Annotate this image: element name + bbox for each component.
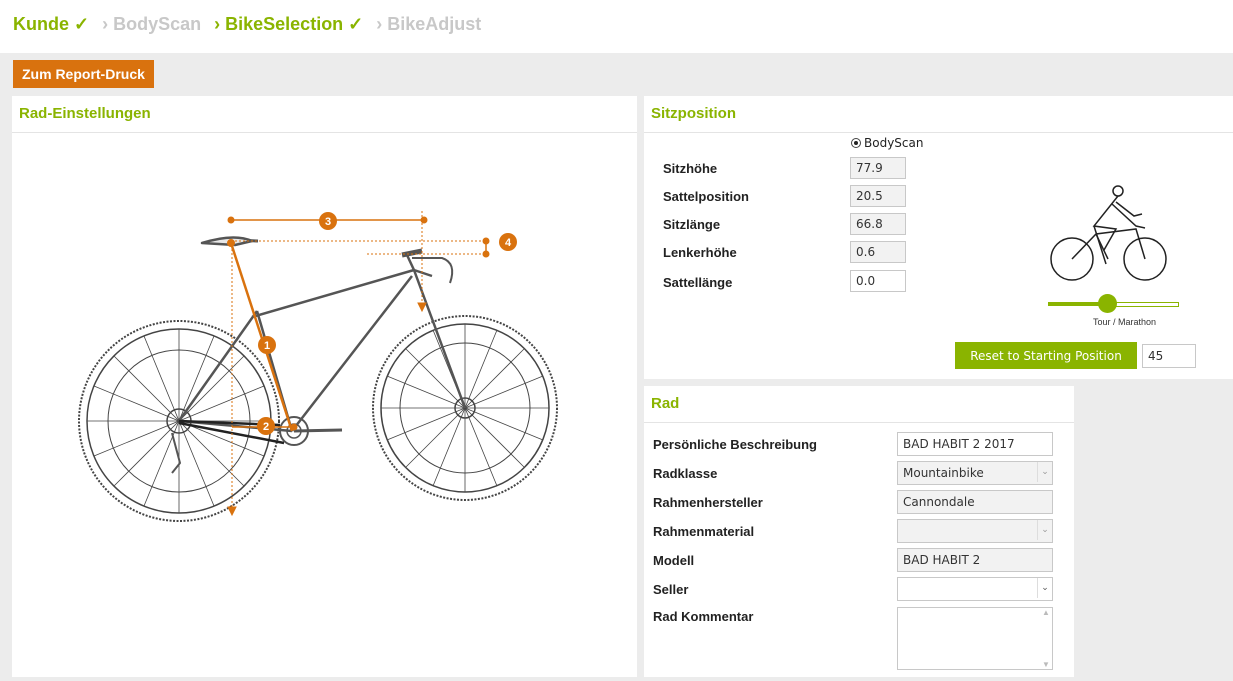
scroll-down-icon: ▼ [1042,660,1050,669]
bike-diagram: 1 2 3 4 [78,211,558,522]
breadcrumb-bodyscan[interactable]: › BodyScan [102,14,201,34]
seat-position-panel: Sitzposition BodyScan Sitzhöhe 77.9 Satt… [644,96,1233,379]
rahmenhersteller-label: Rahmenhersteller [653,495,763,510]
sitzlaenge-field[interactable]: 66.8 [850,213,906,235]
radklasse-select[interactable]: Mountainbike ⌄ [897,461,1053,485]
lenkerhoehe-field[interactable]: 0.6 [850,241,906,263]
kommentar-label: Rad Kommentar [653,609,754,624]
radklasse-value: Mountainbike [903,466,984,480]
slider-caption: Tour / Marathon [1093,317,1157,327]
modell-label: Modell [653,553,695,568]
sattelposition-label: Sattelposition [663,189,749,204]
sattellaenge-label: Sattellänge [663,275,733,290]
breadcrumb-bikeadjust[interactable]: › BikeAdjust [376,14,481,34]
modell-input[interactable]: BAD HABIT 2 [897,548,1053,572]
slider-handle[interactable] [1098,294,1117,313]
marker-2: 2 [263,421,269,433]
sattellaenge-field[interactable]: 0.0 [850,270,906,292]
marker-badges: 1 2 3 4 [257,212,517,435]
seller-label: Seller [653,582,689,597]
bodyscan-radio-label: BodyScan [864,136,924,150]
sitzhoehe-label: Sitzhöhe [663,161,718,176]
sitzhoehe-field[interactable]: 77.9 [850,157,906,179]
chevron-down-icon: ⌄ [1037,462,1052,482]
radio-selected-icon [851,138,861,148]
marker-3: 3 [325,216,331,228]
bike-info-panel: Rad Persönliche Beschreibung BAD HABIT 2… [644,386,1074,677]
marker-4: 4 [505,237,512,249]
beschreibung-input[interactable]: BAD HABIT 2 2017 [897,432,1053,456]
radklasse-label: Radklasse [653,466,718,481]
lenkerhoehe-label: Lenkerhöhe [663,245,737,260]
sitzlaenge-label: Sitzlänge [663,217,721,232]
rahmenhersteller-input[interactable]: Cannondale [897,490,1053,514]
bike-settings-title: Rad-Einstellungen [12,96,637,133]
rahmenmaterial-label: Rahmenmaterial [653,524,755,539]
bike-frame [171,236,467,474]
seat-position-title: Sitzposition [644,96,1233,133]
kommentar-textarea[interactable]: ▲ ▼ [897,607,1053,670]
scrollbar[interactable]: ▲ ▼ [1040,608,1052,669]
beschreibung-label: Persönliche Beschreibung [653,437,817,452]
breadcrumb-bikeselection[interactable]: › BikeSelection ✓ [214,14,363,34]
sattelposition-field[interactable]: 20.5 [850,185,906,207]
report-print-button[interactable]: Zum Report-Druck [13,60,154,88]
rahmenmaterial-select[interactable]: ⌄ [897,519,1053,543]
reset-value-field[interactable]: 45 [1142,344,1196,368]
scroll-up-icon: ▲ [1042,608,1050,617]
chevron-down-icon: ⌄ [1037,520,1052,540]
bodyscan-radio[interactable]: BodyScan [851,136,923,150]
bike-info-title: Rad [644,386,1074,423]
seller-select[interactable]: ⌄ [897,577,1053,601]
bike-settings-panel: Rad-Einstellungen 1 2 3 4 [12,96,637,677]
breadcrumb: Kunde ✓ › BodyScan › BikeSelection ✓ › B… [13,14,489,35]
rider-figure-icon [1050,185,1167,281]
chevron-down-icon: ⌄ [1037,578,1052,598]
breadcrumb-kunde[interactable]: Kunde ✓ [13,14,89,34]
top-bar: Kunde ✓ › BodyScan › BikeSelection ✓ › B… [0,0,1233,53]
reset-starting-position-button[interactable]: Reset to Starting Position [955,342,1137,369]
marker-1: 1 [264,340,270,352]
